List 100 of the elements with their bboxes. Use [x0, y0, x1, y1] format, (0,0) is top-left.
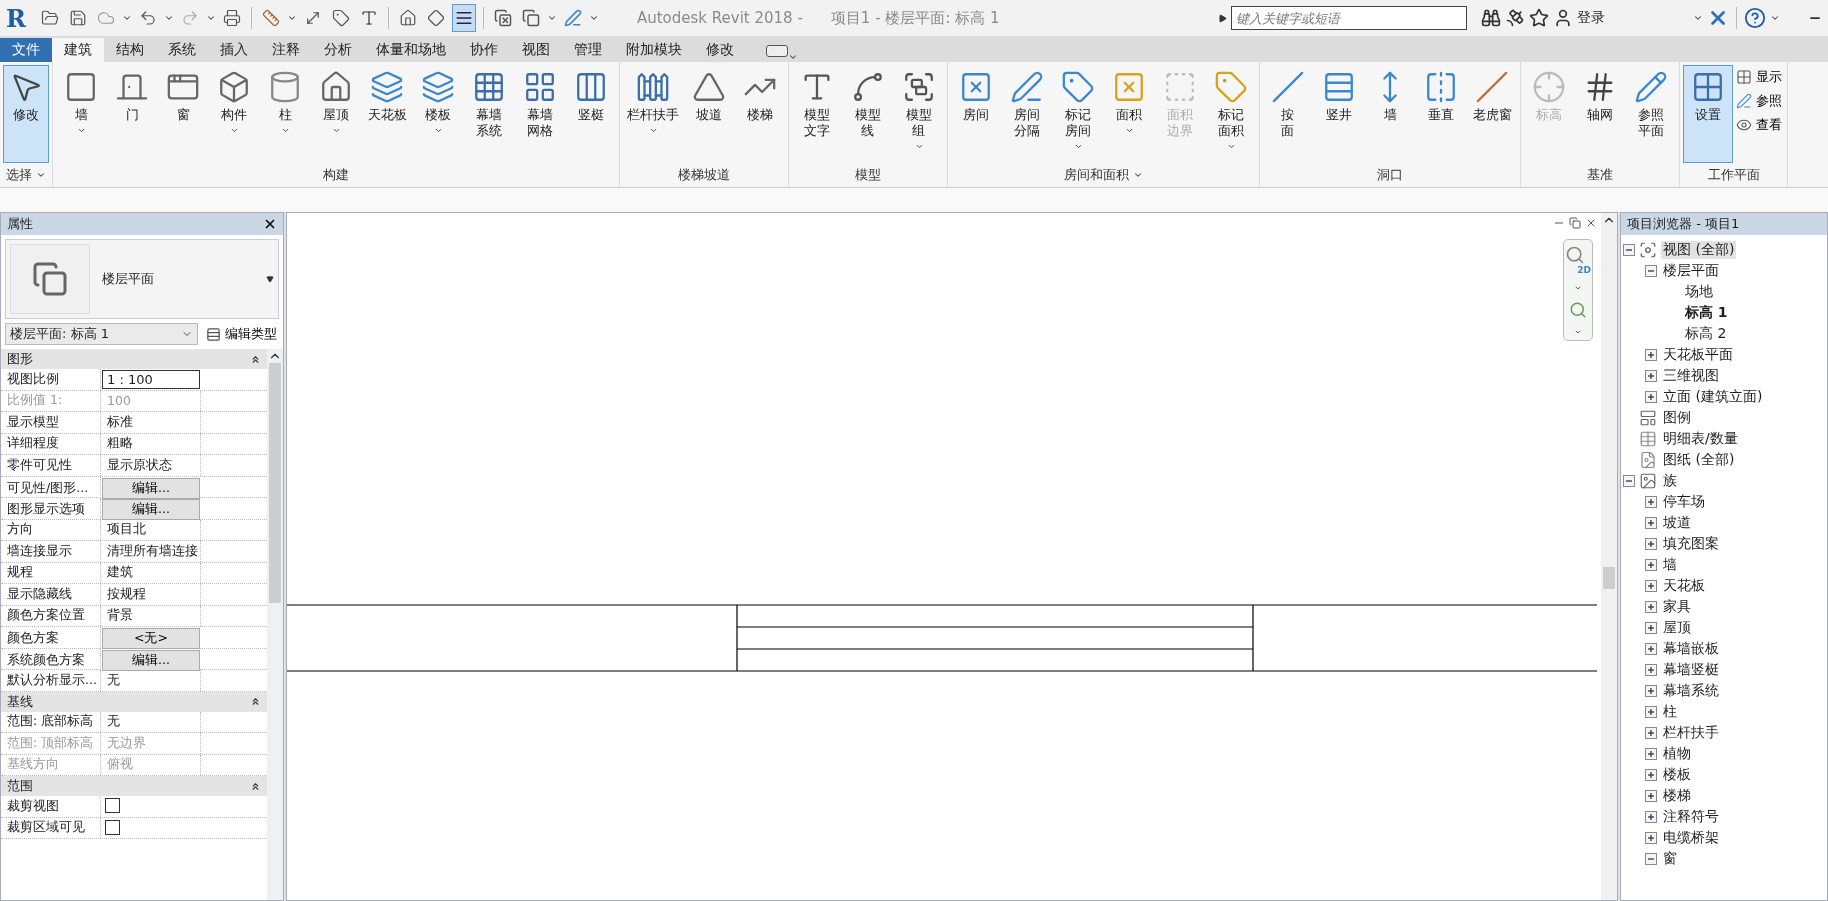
ribbon-button[interactable]: 模型文字 — [792, 65, 842, 163]
ribbon-button[interactable]: 楼板 — [413, 65, 463, 163]
file-menu[interactable]: 文件 — [0, 38, 52, 62]
folder-icon[interactable] — [40, 9, 59, 27]
ribbon-button[interactable]: 参照平面 — [1626, 65, 1676, 163]
restore-icon[interactable] — [1569, 217, 1581, 229]
expand-icon[interactable] — [1645, 831, 1657, 844]
tree-item[interactable]: 三维视图 — [1661, 366, 1721, 385]
checkbox[interactable] — [105, 819, 120, 835]
tree-item[interactable]: 填充图案 — [1661, 534, 1721, 553]
expand-icon[interactable] — [1645, 663, 1657, 676]
tree-item[interactable]: 视图 (全部) — [1661, 240, 1737, 259]
expand-icon[interactable] — [1645, 621, 1657, 634]
tree-item[interactable]: 屋顶 — [1661, 618, 1693, 637]
tree-item[interactable]: 电缆桥架 — [1661, 828, 1721, 847]
search-field[interactable]: 键入关键字或短语 — [1231, 6, 1467, 30]
ribbon-tab[interactable]: 注释 — [260, 38, 312, 62]
tree-item[interactable]: 天花板 — [1661, 576, 1707, 595]
tree-item[interactable]: 窗 — [1661, 849, 1679, 868]
collapse-icon[interactable] — [1623, 474, 1635, 487]
panel-title[interactable]: 选择 — [6, 166, 46, 184]
switch-windows-icon[interactable] — [521, 9, 540, 27]
ribbon-button[interactable]: 幕墙系统 — [464, 65, 514, 163]
close-icon[interactable] — [1585, 217, 1597, 229]
property-input[interactable]: 1 : 100 — [102, 370, 200, 389]
collapse-icon[interactable] — [250, 780, 261, 792]
tree-item[interactable]: 坡道 — [1661, 513, 1693, 532]
tree-item[interactable]: 植物 — [1661, 744, 1693, 763]
save-icon[interactable] — [68, 9, 87, 27]
expand-icon[interactable] — [1645, 579, 1657, 592]
collapse-icon[interactable] — [1623, 243, 1635, 256]
expand-icon[interactable] — [1645, 705, 1657, 718]
ribbon-button[interactable]: 天花板 — [362, 65, 412, 163]
tree-item[interactable]: 场地 — [1683, 282, 1715, 301]
binoculars-icon[interactable] — [1481, 8, 1501, 28]
ribbon-tab[interactable]: 修改 — [694, 38, 746, 62]
tree-item[interactable]: 族 — [1661, 471, 1679, 490]
tree-item[interactable]: 楼层平面 — [1661, 261, 1721, 280]
ribbon-button[interactable]: 面积 — [1104, 65, 1154, 163]
tree-item[interactable]: 幕墙竖梃 — [1661, 660, 1721, 679]
tree-item[interactable]: 图例 — [1661, 408, 1693, 427]
tree-item[interactable]: 天花板平面 — [1661, 345, 1735, 364]
ribbon-button[interactable]: 设置 — [1683, 65, 1733, 163]
collapse-icon[interactable] — [250, 696, 261, 707]
help-icon[interactable] — [1744, 7, 1766, 29]
ribbon-small-button[interactable]: 显示 — [1734, 67, 1784, 87]
tree-item[interactable]: 幕墙嵌板 — [1661, 639, 1721, 658]
type-selector[interactable]: 楼层平面 — [5, 239, 279, 319]
tree-item[interactable]: 幕墙系统 — [1661, 681, 1721, 700]
tree-item[interactable]: 停车场 — [1661, 492, 1707, 511]
expand-icon[interactable] — [1645, 642, 1657, 655]
ribbon-button[interactable]: 轴网 — [1575, 65, 1625, 163]
ribbon-button[interactable]: 坡道 — [684, 65, 734, 163]
ribbon-button[interactable]: 模型组 — [894, 65, 944, 163]
letter-icon[interactable] — [359, 9, 378, 27]
ribbon-button[interactable]: 垂直 — [1416, 65, 1466, 163]
diamond-icon[interactable] — [426, 9, 445, 27]
pen-icon[interactable] — [563, 9, 582, 27]
ribbon-button[interactable]: 门 — [107, 65, 157, 163]
ribbon-button[interactable]: 楼梯 — [735, 65, 785, 163]
star-icon[interactable] — [1529, 8, 1549, 28]
expand-icon[interactable] — [1645, 726, 1657, 739]
tree-item[interactable]: 柱 — [1661, 702, 1679, 721]
panel-toggle-icon[interactable] — [766, 45, 788, 57]
print-icon[interactable] — [222, 9, 241, 27]
collapse-icon[interactable] — [1645, 852, 1657, 865]
expand-icon[interactable] — [1645, 369, 1657, 382]
ribbon-button[interactable]: 房间分隔 — [1002, 65, 1052, 163]
ribbon-button[interactable]: 窗 — [158, 65, 208, 163]
ribbon-button[interactable]: 竖梃 — [566, 65, 616, 163]
ribbon-tab[interactable]: 分析 — [312, 38, 364, 62]
ribbon-small-button[interactable]: 参照 — [1734, 91, 1784, 111]
instance-dropdown[interactable]: 楼层平面: 标高 1 — [5, 323, 198, 345]
user-icon[interactable] — [1553, 8, 1573, 28]
expand-icon[interactable] — [1645, 558, 1657, 571]
thin-lines-button[interactable] — [451, 4, 476, 32]
ribbon-button[interactable]: 墙 — [1365, 65, 1415, 163]
expand-icon[interactable] — [1645, 747, 1657, 760]
expand-icon[interactable] — [1645, 684, 1657, 697]
ribbon-tab[interactable]: 建筑 — [52, 38, 104, 62]
expand-icon[interactable] — [1645, 810, 1657, 823]
close-icon[interactable] — [263, 217, 277, 231]
panel-title[interactable]: 房间和面积 — [1064, 166, 1143, 184]
ribbon-button[interactable]: 修改 — [3, 65, 49, 163]
edit-type-button[interactable]: 编辑类型 — [204, 324, 279, 344]
ribbon-small-button[interactable]: 查看 — [1734, 115, 1784, 135]
ribbon-tab[interactable]: 插入 — [208, 38, 260, 62]
zoom-icon[interactable] — [1569, 300, 1587, 319]
scroll-thumb[interactable] — [1603, 567, 1615, 589]
ribbon-button[interactable]: 房间 — [951, 65, 1001, 163]
ruler-icon[interactable] — [261, 9, 280, 27]
satellite-icon[interactable] — [1505, 8, 1525, 28]
tree-item[interactable]: 标高 2 — [1683, 324, 1729, 343]
ribbon-button[interactable]: 构件 — [209, 65, 259, 163]
edit-button[interactable]: <无> — [102, 628, 200, 649]
tree-item[interactable]: 立面 (建筑立面) — [1661, 387, 1765, 406]
expand-icon[interactable] — [1645, 348, 1657, 361]
tree-item[interactable]: 图纸 (全部) — [1661, 450, 1737, 469]
ribbon-tab[interactable]: 系统 — [156, 38, 208, 62]
ribbon-button[interactable]: 老虎窗 — [1467, 65, 1517, 163]
